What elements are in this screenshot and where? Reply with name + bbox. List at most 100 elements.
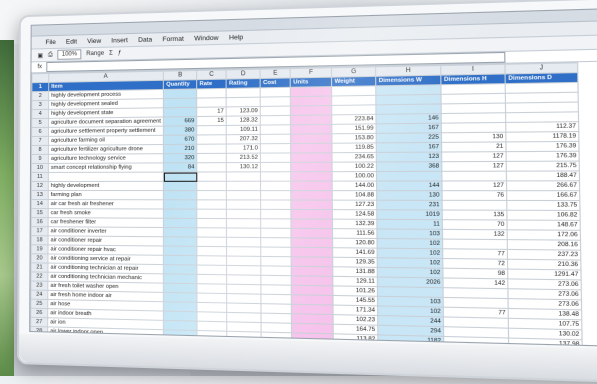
table-cell[interactable]: 106.82 [507,210,581,221]
table-cell[interactable] [163,255,198,266]
table-cell[interactable] [226,227,261,238]
table-cell[interactable] [261,294,292,305]
table-cell[interactable]: 368 [376,161,443,172]
corner-cell[interactable] [31,73,49,83]
row-number[interactable]: 8 [31,145,49,155]
menu-format[interactable]: Format [162,35,183,43]
table-cell[interactable] [197,181,227,191]
table-cell[interactable] [196,125,227,136]
table-cell[interactable]: 130.12 [226,162,261,172]
table-cell[interactable]: highly development [48,181,164,191]
row-number[interactable]: 18 [31,235,49,245]
table-cell[interactable] [290,143,333,153]
table-cell[interactable] [226,256,262,266]
table-cell[interactable] [196,88,227,99]
table-cell[interactable]: 120.80 [332,238,378,249]
table-cell[interactable] [196,153,227,163]
table-cell[interactable] [291,237,333,248]
row-number[interactable]: 4 [31,109,49,119]
table-cell[interactable] [163,190,198,200]
table-cell[interactable]: 167 [376,123,442,134]
table-cell[interactable] [290,181,333,191]
table-cell[interactable] [260,190,292,201]
table-cell[interactable]: 15 [196,116,227,126]
table-cell[interactable] [197,293,227,303]
table-cell[interactable] [260,115,291,126]
table-cell[interactable]: agriculture settlement property settleme… [48,126,164,137]
table-cell[interactable] [290,114,333,125]
table-cell[interactable] [196,162,227,173]
table-cell[interactable] [163,181,198,191]
table-cell[interactable] [197,218,227,228]
table-cell[interactable] [197,255,227,266]
row-number[interactable]: 10 [31,163,49,173]
table-cell[interactable] [260,246,292,257]
table-cell[interactable]: 100.00 [332,171,377,182]
row-number[interactable]: 25 [30,299,48,309]
table-cell[interactable]: 109.11 [226,125,261,135]
table-cell[interactable]: 130 [376,190,443,201]
zoom-select[interactable]: 100% [57,49,82,60]
table-cell[interactable] [291,256,334,267]
table-cell[interactable] [260,134,291,144]
table-cell[interactable]: 176.39 [506,151,580,162]
menu-insert[interactable]: Insert [111,37,128,44]
save-icon[interactable]: ▣ [37,52,43,59]
table-cell[interactable]: 127.23 [332,200,378,210]
table-cell[interactable]: agriculture document separation agreemen… [48,116,164,128]
table-cell[interactable] [163,264,198,275]
menu-help[interactable]: Help [229,34,243,42]
table-cell[interactable] [290,133,333,144]
table-cell[interactable]: 223.84 [332,114,377,125]
table-cell[interactable]: 141.69 [332,247,378,258]
table-cell[interactable]: 84 [163,162,198,173]
table-cell[interactable] [291,209,333,220]
table-cell[interactable]: 129.35 [332,257,378,268]
table-cell[interactable]: 171.0 [226,143,261,154]
table-cell[interactable]: 1019 [377,209,443,220]
table-cell[interactable] [226,218,261,229]
table-cell[interactable]: 100.22 [332,161,377,172]
menu-view[interactable]: View [87,37,101,44]
table-cell[interactable] [441,122,507,133]
table-cell[interactable]: 17 [196,106,227,117]
row-number[interactable]: 21 [30,262,48,273]
table-cell[interactable] [260,124,291,135]
table-cell[interactable]: 266.67 [506,180,580,191]
table-cell[interactable]: 153.80 [332,133,377,144]
table-cell[interactable]: 128.32 [226,115,261,126]
table-cell[interactable]: 188.47 [506,170,580,181]
table-cell[interactable]: 146 [376,113,442,124]
table-cell[interactable] [260,237,292,248]
table-cell[interactable] [197,199,227,210]
sum-icon[interactable]: Σ [109,51,113,57]
table-cell[interactable]: 130 [441,132,507,143]
table-cell[interactable]: 103 [377,228,443,240]
table-cell[interactable] [260,171,291,182]
table-cell[interactable]: 166.67 [506,190,581,201]
table-cell[interactable]: 213.52 [226,153,261,163]
table-cell[interactable]: 133.75 [506,200,581,211]
table-cell[interactable]: 225 [376,132,442,143]
table-cell[interactable] [442,239,508,250]
table-cell[interactable] [226,87,261,98]
row-number[interactable]: 17 [31,226,49,236]
table-cell[interactable] [163,246,198,256]
table-cell[interactable] [197,274,227,285]
table-cell[interactable] [260,228,292,238]
row-number[interactable]: 26 [30,308,48,318]
table-cell[interactable]: 104.88 [332,190,377,201]
table-cell[interactable] [291,218,333,229]
table-cell[interactable] [291,266,334,277]
table-cell[interactable] [226,237,261,247]
table-cell[interactable] [260,181,291,191]
row-number[interactable]: 23 [30,280,48,291]
table-cell[interactable] [226,199,261,210]
table-cell[interactable] [48,172,164,182]
table-cell[interactable]: 111.56 [332,228,378,239]
row-number[interactable]: 1 [31,82,49,92]
table-cell[interactable] [163,88,197,99]
table-cell[interactable] [163,227,198,238]
table-cell[interactable]: air conditioner inverter [48,226,164,237]
table-cell[interactable] [196,134,227,145]
